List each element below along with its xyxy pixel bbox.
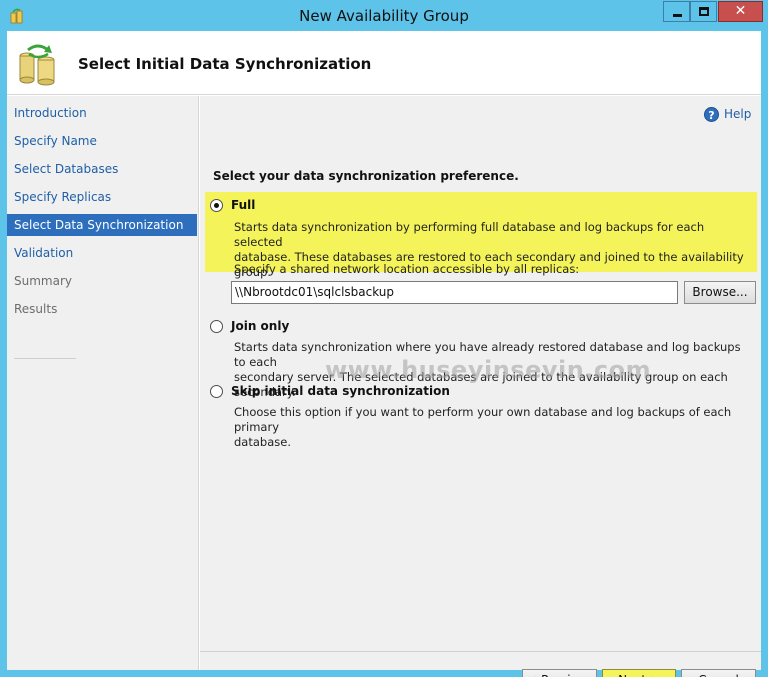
window-title: New Availability Group	[299, 7, 469, 25]
next-button[interactable]: Next >	[602, 669, 676, 677]
nav-item-results: Results	[14, 302, 58, 316]
radio-join-only-label[interactable]: Join only	[231, 319, 289, 333]
radio-skip-label[interactable]: Skip initial data synchronization	[231, 384, 450, 398]
radio-skip[interactable]: Skip initial data synchronization	[210, 384, 450, 398]
close-button[interactable]: ✕	[718, 1, 763, 22]
radio-join-only[interactable]: Join only	[210, 319, 289, 333]
browse-button[interactable]: Browse...	[684, 281, 756, 304]
radio-join-only-indicator[interactable]	[210, 319, 223, 333]
full-description-line: Starts data synchronization by performin…	[234, 220, 705, 249]
database-sync-icon	[19, 44, 55, 86]
radio-full-indicator[interactable]	[210, 198, 223, 212]
nav-divider	[14, 358, 76, 359]
page-header: Select Initial Data Synchronization	[7, 31, 761, 95]
share-location-label: Specify a shared network location access…	[234, 262, 580, 276]
nav-item-introduction[interactable]: Introduction	[7, 102, 197, 124]
nav-item-specify-replicas[interactable]: Specify Replicas	[7, 186, 197, 208]
help-icon: ?	[704, 106, 719, 122]
radio-full[interactable]: Full	[210, 198, 255, 212]
minimize-button[interactable]	[663, 1, 690, 22]
footer-divider	[200, 651, 761, 652]
nav-item-summary: Summary	[14, 274, 72, 288]
maximize-button[interactable]	[690, 1, 717, 22]
skip-description-line: database.	[234, 435, 291, 449]
skip-description-line: Choose this option if you want to perfor…	[234, 405, 732, 434]
previous-button[interactable]: < Previous	[522, 669, 597, 677]
nav-item-specify-name[interactable]: Specify Name	[7, 130, 197, 152]
share-path-input[interactable]: \\Nbrootdc01\sqlclsbackup	[231, 281, 678, 304]
main-pane: ? Help Select your data synchronization …	[200, 96, 761, 677]
title-bar[interactable]: New Availability Group ✕	[0, 0, 768, 32]
help-label: Help	[724, 107, 752, 121]
window: New Availability Group ✕ Select Initial …	[0, 0, 768, 677]
nav-item-select-data-synchronization[interactable]: Select Data Synchronization	[7, 214, 197, 236]
minimize-icon	[673, 14, 682, 17]
dialog-client-area: Select Initial Data Synchronization Intr…	[7, 31, 761, 677]
watermark: www.huseyinsevin.com	[325, 356, 652, 384]
radio-skip-indicator[interactable]	[210, 384, 223, 398]
sync-preference-prompt: Select your data synchronization prefere…	[213, 169, 519, 183]
radio-full-label[interactable]: Full	[231, 198, 255, 212]
skip-description: Choose this option if you want to perfor…	[234, 405, 749, 450]
nav-item-validation[interactable]: Validation	[7, 242, 197, 264]
wizard-nav: Introduction Specify Name Select Databas…	[7, 96, 199, 670]
help-link[interactable]: ? Help	[704, 105, 751, 123]
page-title: Select Initial Data Synchronization	[78, 55, 372, 73]
close-icon: ✕	[734, 3, 747, 19]
cancel-button[interactable]: Cancel	[681, 669, 756, 677]
maximize-icon	[699, 7, 709, 16]
nav-item-select-databases[interactable]: Select Databases	[7, 158, 197, 180]
